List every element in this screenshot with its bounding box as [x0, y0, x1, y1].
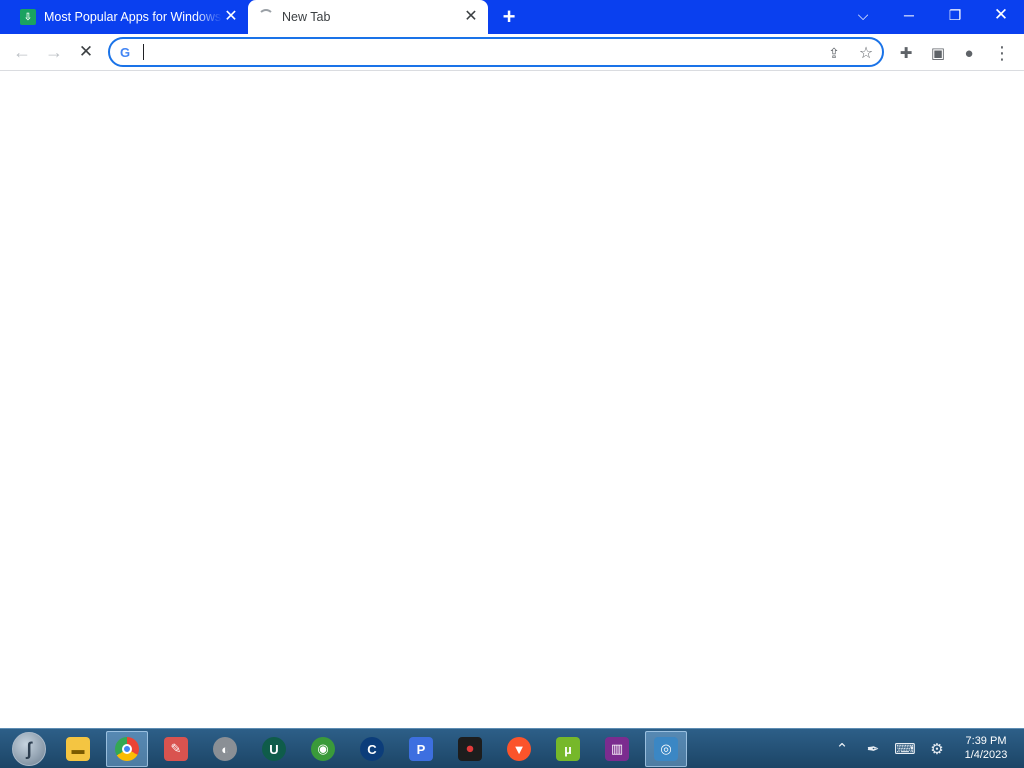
share-icon[interactable]: ⇪: [824, 43, 844, 63]
brush-icon: ✎: [164, 737, 188, 761]
address-input[interactable]: [142, 42, 802, 62]
taskbar-internet-download-manager[interactable]: ◉: [302, 731, 344, 767]
show-hidden-icons-chevron-icon[interactable]: ⌃: [831, 738, 853, 760]
browser-window: ⇩ Most Popular Apps for Windows ✕ New Ta…: [0, 0, 1024, 728]
minimize-button[interactable]: ─: [886, 0, 932, 30]
address-bar[interactable]: G ⇪ ☆: [108, 37, 884, 67]
taskbar-proton[interactable]: P: [400, 731, 442, 767]
folder-icon: ▬: [66, 737, 90, 761]
p-letter-icon: P: [409, 737, 433, 761]
tab-most-popular-apps[interactable]: ⇩ Most Popular Apps for Windows ✕: [8, 0, 248, 34]
tab-title: New Tab: [282, 10, 331, 24]
text-caret: [143, 44, 144, 60]
extensions-icon[interactable]: ✚: [895, 42, 917, 64]
taskbar-file-explorer[interactable]: ▬: [57, 731, 99, 767]
keyboard-icon[interactable]: ⌨: [894, 738, 916, 760]
loading-spinner-icon: [258, 9, 274, 25]
taskbar-app-generic[interactable]: ◐: [204, 731, 246, 767]
close-icon[interactable]: ✕: [462, 8, 480, 26]
clock-time: 7:39 PM: [965, 735, 1007, 747]
google-icon: G: [120, 45, 131, 60]
tab-new-tab[interactable]: New Tab ✕: [248, 0, 488, 34]
profile-avatar-icon[interactable]: ●: [958, 42, 980, 64]
taskbar-chrome[interactable]: [106, 731, 148, 767]
winrar-books-icon: ▥: [605, 737, 629, 761]
clock-date: 1/4/2023: [964, 749, 1008, 761]
start-button[interactable]: ʃ: [8, 731, 50, 767]
recorder-icon: ⏺: [458, 737, 482, 761]
taskbar-ultraviewer[interactable]: U: [253, 731, 295, 767]
chrome-icon: [115, 737, 139, 761]
taskbar-winrar[interactable]: ▥: [596, 731, 638, 767]
stop-loading-button[interactable]: ✕: [73, 39, 99, 65]
close-window-button[interactable]: ✕: [978, 0, 1024, 30]
back-button[interactable]: ←: [9, 39, 35, 65]
page-content: [0, 72, 1024, 728]
restore-button[interactable]: ❐: [932, 0, 978, 30]
settings-gear-icon[interactable]: ⚙: [926, 738, 948, 760]
tab-search-button[interactable]: ⌵: [840, 0, 886, 30]
idm-globe-icon: ◉: [311, 737, 335, 761]
download-site-icon: ⇩: [20, 9, 36, 25]
system-clock[interactable]: 7:39 PM 1/4/2023: [956, 734, 1016, 762]
utorrent-icon: µ: [556, 737, 580, 761]
forward-button[interactable]: →: [41, 39, 67, 65]
taskbar-screen-recorder[interactable]: ⏺: [449, 731, 491, 767]
title-bar: ⇩ Most Popular Apps for Windows ✕ New Ta…: [0, 0, 1024, 34]
close-icon[interactable]: ✕: [222, 8, 240, 26]
taskbar-brave[interactable]: ▼: [498, 731, 540, 767]
taskbar: ʃ ▬ ✎ ◐ U ◉ C P ⏺ ▼ µ ▥ ◎ ⌃ ✒ ⌨ ⚙ 7:39 P…: [0, 728, 1024, 768]
network-globe-icon: ◎: [654, 737, 678, 761]
brave-shield-icon: ▼: [507, 737, 531, 761]
tab-title: Most Popular Apps for Windows: [44, 10, 222, 24]
c-letter-icon: C: [360, 737, 384, 761]
start-orb-icon: ʃ: [12, 732, 46, 766]
browser-toolbar: ← → ✕ G ⇪ ☆ ✚ ▣ ● ⋮: [0, 34, 1024, 71]
ultraviewer-icon: U: [262, 737, 286, 761]
app-generic-icon: ◐: [213, 737, 237, 761]
side-panel-icon[interactable]: ▣: [927, 42, 949, 64]
taskbar-utorrent[interactable]: µ: [547, 731, 589, 767]
bookmark-star-icon[interactable]: ☆: [856, 43, 876, 63]
menu-kebab-icon[interactable]: ⋮: [991, 42, 1013, 64]
taskbar-ccleaner[interactable]: ✎: [155, 731, 197, 767]
taskbar-ccleaner-c[interactable]: C: [351, 731, 393, 767]
pen-icon[interactable]: ✒: [862, 738, 884, 760]
taskbar-network-tool[interactable]: ◎: [645, 731, 687, 767]
new-tab-button[interactable]: +: [496, 4, 522, 29]
